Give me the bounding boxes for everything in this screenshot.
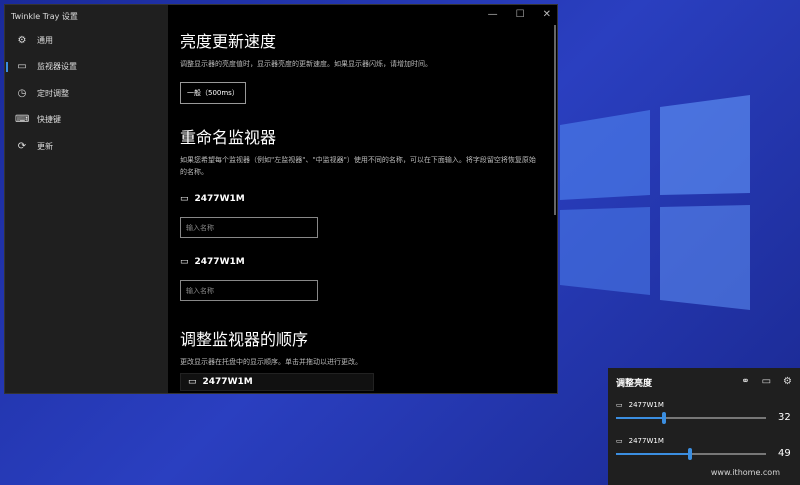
sidebar-item-label: 定时调整 (37, 88, 69, 98)
monitor-name: 2477W1M (628, 437, 664, 445)
sidebar-item-label: 监视器设置 (37, 62, 77, 72)
monitor-label: ▭ 2477W1M (180, 194, 245, 204)
rename-title: 重命名监视器 (180, 128, 277, 147)
monitor-icon: ▭ (17, 61, 27, 73)
monitor-name-input[interactable]: 输入名称 (180, 217, 318, 238)
order-item-name: 2477W1M (202, 377, 253, 387)
sidebar-item-monitors[interactable]: ▭ 监视器设置 (5, 54, 168, 81)
keyboard-icon: ⌨ (15, 114, 30, 126)
brightness-slider[interactable]: 32 (616, 411, 792, 424)
monitor-name: 2477W1M (628, 401, 664, 409)
sidebar-item-schedule[interactable]: ◷ 定时调整 (5, 80, 168, 107)
content-pane: — ☐ ✕ 亮度更新速度 调整显示器的亮度值时，显示器亮度的更新速度。如果显示器… (168, 5, 557, 393)
maximize-button[interactable]: ☐ (516, 9, 525, 20)
monitor-icon: ▭ (180, 257, 189, 267)
brightness-value: 49 (778, 448, 791, 459)
monitor-icon: ▭ (616, 401, 623, 409)
sidebar-item-label: 更新 (37, 141, 53, 151)
watermark: www.ithome.com (710, 468, 780, 477)
minimize-button[interactable]: — (488, 9, 498, 20)
sidebar-item-general[interactable]: ⚙ 通用 (5, 27, 168, 54)
rename-desc: 如果您希望每个监视器（例如"左监视器"、"中监视器"）使用不同的名称，可以在下面… (180, 156, 536, 176)
windows-logo-wallpaper (560, 95, 750, 310)
monitor-icon: ▭ (180, 194, 189, 204)
monitor-name: 2477W1M (194, 257, 245, 267)
close-button[interactable]: ✕ (543, 9, 551, 20)
sidebar-item-label: 通用 (37, 35, 53, 45)
gear-icon[interactable]: ⚙ (783, 376, 792, 389)
refresh-icon: ⟳ (17, 140, 27, 152)
gear-icon: ⚙ (17, 34, 27, 46)
brightness-value: 32 (778, 412, 791, 423)
monitor-label: ▭ 2477W1M (180, 257, 245, 267)
brightness-flyout: 调整亮度 ⚭ ▭ ⚙ ▭ 2477W1M 32 ▭ 2477W1M 49 www.ith… (608, 368, 800, 485)
monitor-name-input[interactable]: 输入名称 (180, 280, 318, 301)
monitor-icon: ▭ (616, 437, 623, 445)
link-icon[interactable]: ⚭ (741, 376, 749, 389)
scrollbar[interactable] (554, 25, 556, 215)
speed-select-button[interactable]: 一般（500ms） (180, 82, 246, 104)
sidebar-item-hotkeys[interactable]: ⌨ 快捷键 (5, 107, 168, 134)
order-desc: 更改显示器在托盘中的显示顺序。单击并拖动以进行更改。 (180, 358, 362, 366)
speed-desc: 调整显示器的亮度值时，显示器亮度的更新速度。如果显示器闪烁，请增加时间。 (180, 60, 432, 68)
sidebar-item-updates[interactable]: ⟳ 更新 (5, 133, 168, 160)
settings-window: Twinkle Tray 设置 ⚙ 通用 ▭ 监视器设置 ◷ 定时调整 ⌨ 快捷键 ⟳ 更… (4, 4, 558, 394)
speed-title: 亮度更新速度 (180, 32, 277, 51)
brightness-slider[interactable]: 49 (616, 447, 792, 460)
sidebar: Twinkle Tray 设置 ⚙ 通用 ▭ 监视器设置 ◷ 定时调整 ⌨ 快捷键 ⟳ 更… (5, 5, 168, 393)
flyout-title: 调整亮度 (616, 379, 653, 389)
order-title: 调整监视器的顺序 (180, 330, 309, 349)
sidebar-item-label: 快捷键 (37, 115, 61, 125)
monitor-name: 2477W1M (194, 194, 245, 204)
monitor-off-icon[interactable]: ▭ (762, 376, 771, 389)
order-item[interactable]: ▭ 2477W1M (180, 373, 374, 391)
window-title: Twinkle Tray 设置 (11, 12, 78, 21)
clock-icon: ◷ (17, 87, 27, 99)
monitor-icon: ▭ (188, 377, 197, 387)
